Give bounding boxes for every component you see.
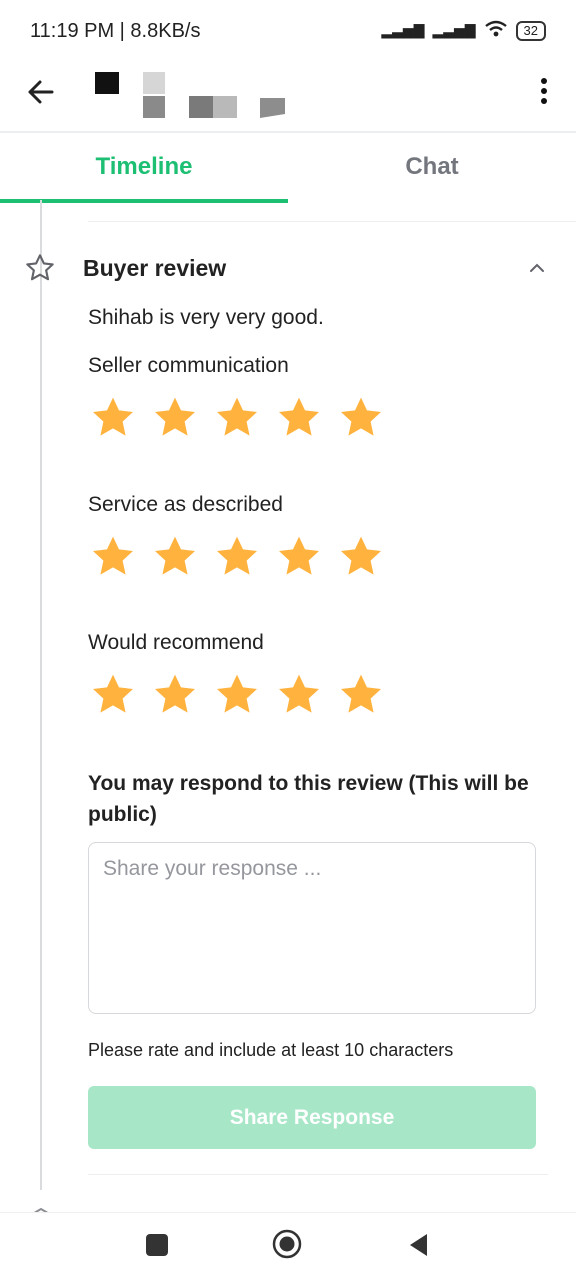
status-time: 11:19 PM | 8.8KB/s — [30, 20, 201, 42]
star-icon — [93, 397, 133, 436]
share-response-button[interactable]: Share Response — [88, 1086, 536, 1149]
star-icon — [217, 536, 257, 575]
signal-icon-2: ▂▃▅▇ — [432, 22, 476, 38]
category-label: Seller communication — [88, 354, 289, 377]
more-vertical-icon[interactable] — [534, 74, 554, 110]
wifi-icon — [484, 20, 508, 41]
star-icon — [155, 536, 195, 575]
star-icon — [341, 674, 381, 713]
star-rating — [88, 394, 386, 442]
timeline-line — [40, 200, 42, 1190]
battery-icon: 32 — [515, 20, 546, 41]
star-icon — [279, 674, 319, 713]
tab-active-indicator — [0, 199, 288, 203]
tab-chat[interactable]: Chat — [288, 134, 576, 200]
star-icon — [217, 674, 257, 713]
star-icon — [155, 397, 195, 436]
star-icon — [93, 536, 133, 575]
star-icon — [217, 397, 257, 436]
signal-icon: ▂▃▅▇ — [381, 22, 425, 38]
star-outline-icon — [24, 252, 56, 284]
section-title: Buyer review — [83, 255, 227, 281]
star-rating — [88, 671, 386, 719]
chevron-up-icon[interactable] — [526, 260, 548, 276]
nav-back-icon[interactable] — [407, 1232, 429, 1258]
header-divider — [0, 131, 576, 133]
section-divider — [88, 221, 576, 222]
star-icon — [155, 674, 195, 713]
star-rating — [88, 533, 386, 581]
category-label: Service as described — [88, 493, 283, 516]
response-input[interactable] — [88, 842, 536, 1014]
header-title-redacted — [95, 70, 325, 120]
nav-recent-icon[interactable] — [146, 1234, 168, 1256]
star-icon — [279, 397, 319, 436]
star-icon — [279, 536, 319, 575]
nav-home-icon[interactable] — [272, 1229, 302, 1259]
status-icons: ▂▃▅▇ ▂▃▅▇ 32 — [381, 20, 546, 41]
respond-title: You may respond to this review (This wil… — [88, 772, 529, 826]
response-hint: Please rate and include at least 10 char… — [88, 1040, 454, 1060]
review-text: Shihab is very very good. — [88, 306, 324, 329]
section-divider-bottom — [88, 1174, 548, 1175]
category-label: Would recommend — [88, 631, 264, 654]
star-icon — [93, 674, 133, 713]
star-icon — [341, 536, 381, 575]
arrow-left-icon[interactable] — [22, 74, 62, 110]
tab-timeline[interactable]: Timeline — [0, 134, 288, 200]
star-icon — [341, 397, 381, 436]
